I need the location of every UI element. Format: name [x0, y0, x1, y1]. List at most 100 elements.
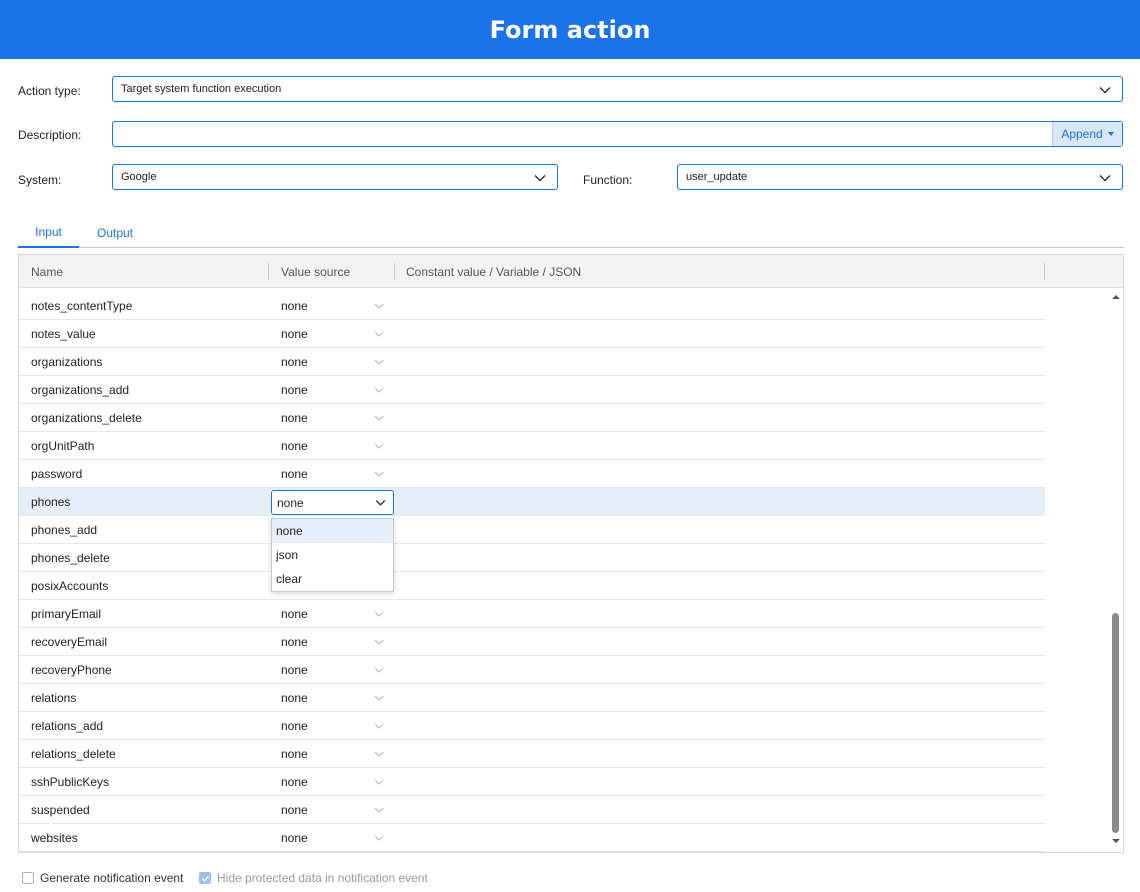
- table-row[interactable]: organizations_delete none: [19, 404, 1045, 432]
- chevron-down-icon[interactable]: [373, 692, 385, 704]
- chevron-down-icon[interactable]: [373, 608, 385, 620]
- action-type-select[interactable]: Target system function execution: [112, 76, 1123, 102]
- table-row[interactable]: recoveryPhone none: [19, 656, 1045, 684]
- column-divider[interactable]: [394, 263, 395, 280]
- table-row[interactable]: sshPublicKeys none: [19, 768, 1045, 796]
- chevron-down-icon[interactable]: [373, 832, 385, 844]
- row-name: relations: [31, 690, 77, 705]
- table-row[interactable]: relations none: [19, 684, 1045, 712]
- scroll-up-arrow-icon[interactable]: [1111, 292, 1121, 302]
- value-source-select[interactable]: none: [281, 432, 308, 459]
- row-name: suspended: [31, 802, 90, 817]
- value-source-select[interactable]: none: [281, 460, 308, 487]
- table-row[interactable]: relations_delete none: [19, 740, 1045, 768]
- value-source-select[interactable]: none: [281, 656, 308, 683]
- row-name: recoveryPhone: [31, 662, 112, 677]
- value-source-select[interactable]: none: [281, 404, 308, 431]
- tab-output[interactable]: Output: [86, 218, 144, 248]
- chevron-down-icon[interactable]: [373, 720, 385, 732]
- chevron-down-icon[interactable]: [373, 328, 385, 340]
- chevron-down-icon[interactable]: [373, 804, 385, 816]
- value-source-select[interactable]: none: [281, 684, 308, 711]
- chevron-down-icon[interactable]: [373, 748, 385, 760]
- table-row[interactable]: websites none: [19, 824, 1045, 852]
- table-row[interactable]: notes_contentType none: [19, 292, 1045, 320]
- chevron-down-icon[interactable]: [373, 300, 385, 312]
- value-source-select[interactable]: none: [281, 628, 308, 655]
- value-source-select[interactable]: none: [281, 348, 308, 375]
- row-name: organizations_delete: [31, 410, 142, 425]
- action-type-label: Action type:: [18, 84, 81, 98]
- function-select[interactable]: user_update: [677, 164, 1123, 190]
- column-header-name[interactable]: Name: [31, 255, 63, 288]
- value-source-select[interactable]: none: [281, 740, 308, 767]
- hide-protected-checkbox[interactable]: [199, 872, 211, 884]
- table-row[interactable]: recoveryEmail none: [19, 628, 1045, 656]
- caret-down-icon: [1107, 132, 1114, 136]
- table-row[interactable]: phones_delete: [19, 544, 1045, 572]
- generate-notification-checkbox[interactable]: [22, 872, 34, 884]
- table-row[interactable]: orgUnitPath none: [19, 432, 1045, 460]
- chevron-down-icon[interactable]: [373, 356, 385, 368]
- table-row[interactable]: notes_value none: [19, 320, 1045, 348]
- chevron-down-icon: [375, 500, 386, 506]
- generate-notification-label: Generate notification event: [40, 871, 184, 885]
- dialog-title: Form action: [489, 15, 651, 44]
- tab-input[interactable]: Input: [18, 218, 79, 248]
- chevron-down-icon[interactable]: [373, 468, 385, 480]
- chevron-down-icon[interactable]: [373, 440, 385, 452]
- row-name: organizations: [31, 354, 103, 369]
- value-source-select[interactable]: none: [281, 768, 308, 795]
- value-source-select[interactable]: none: [281, 292, 308, 319]
- tab-bar: Input Output: [18, 218, 1124, 248]
- dropdown-option-none[interactable]: none: [272, 519, 393, 543]
- chevron-down-icon[interactable]: [373, 664, 385, 676]
- description-label: Description:: [18, 128, 82, 142]
- append-label: Append: [1061, 127, 1103, 141]
- dropdown-option-clear[interactable]: clear: [272, 567, 393, 591]
- row-name: sshPublicKeys: [31, 774, 110, 789]
- chevron-down-icon[interactable]: [373, 384, 385, 396]
- row-name: posixAccounts: [31, 578, 109, 593]
- scrollbar-thumb[interactable]: [1112, 613, 1119, 833]
- table-row[interactable]: posixAccounts: [19, 572, 1045, 600]
- chevron-down-icon[interactable]: [373, 412, 385, 424]
- value-source-select-active[interactable]: none: [271, 490, 394, 515]
- table-row[interactable]: primaryEmail none: [19, 600, 1045, 628]
- table-row[interactable]: organizations_add none: [19, 376, 1045, 404]
- row-name: relations_add: [31, 718, 104, 733]
- grid-header: Name Value source Constant value / Varia…: [19, 255, 1123, 288]
- column-divider[interactable]: [1044, 263, 1045, 280]
- footer-options: Generate notification event Hide protect…: [0, 866, 1140, 892]
- action-type-value: Target system function execution: [121, 83, 282, 95]
- value-source-select[interactable]: none: [281, 600, 308, 627]
- row-name: websites: [31, 830, 78, 845]
- table-row[interactable]: relations_add none: [19, 712, 1045, 740]
- table-row[interactable]: organizations none: [19, 348, 1045, 376]
- dropdown-option-json[interactable]: json: [272, 543, 393, 567]
- system-select[interactable]: Google: [112, 164, 558, 190]
- value-source-select[interactable]: none: [281, 796, 308, 823]
- table-row[interactable]: password none: [19, 460, 1045, 488]
- scroll-down-arrow-icon[interactable]: [1111, 836, 1121, 846]
- append-button[interactable]: Append: [1052, 122, 1122, 146]
- row-name: primaryEmail: [31, 606, 102, 621]
- table-row[interactable]: phones_add: [19, 516, 1045, 544]
- value-source-select[interactable]: none: [281, 376, 308, 403]
- value-source-value: none: [277, 495, 304, 510]
- chevron-down-icon[interactable]: [373, 636, 385, 648]
- row-name: organizations_add: [31, 382, 130, 397]
- value-source-select[interactable]: none: [281, 320, 308, 347]
- value-source-select[interactable]: none: [281, 824, 308, 851]
- table-row[interactable]: phones none: [19, 488, 1045, 516]
- column-header-value-source[interactable]: Value source: [281, 255, 350, 288]
- row-name: relations_delete: [31, 746, 116, 761]
- row-name: phones_delete: [31, 550, 110, 565]
- chevron-down-icon[interactable]: [373, 776, 385, 788]
- column-divider[interactable]: [268, 263, 269, 280]
- column-header-constant-value[interactable]: Constant value / Variable / JSON: [406, 255, 581, 288]
- table-row[interactable]: suspended none: [19, 796, 1045, 824]
- value-source-select[interactable]: none: [281, 712, 308, 739]
- description-input[interactable]: Append: [112, 121, 1123, 147]
- system-value: Google: [121, 171, 157, 183]
